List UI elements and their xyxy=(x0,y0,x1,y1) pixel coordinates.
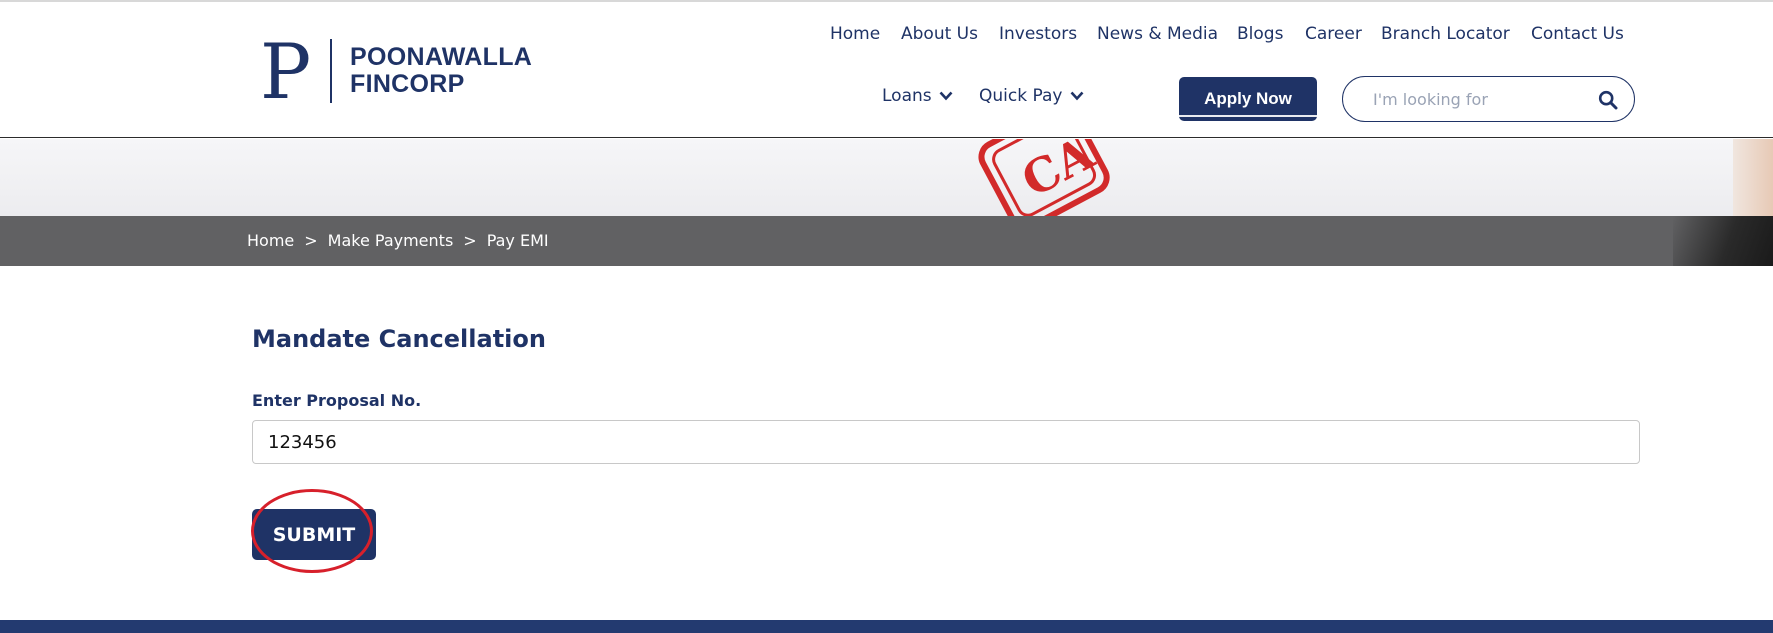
proposal-field-label: Enter Proposal No. xyxy=(252,391,422,410)
nav-link-home[interactable]: Home xyxy=(830,24,880,48)
quick-pay-label: Quick Pay xyxy=(979,86,1063,106)
breadcrumb-make-payments[interactable]: Make Payments xyxy=(328,231,454,250)
quick-pay-dropdown[interactable]: Quick Pay xyxy=(979,86,1084,106)
banner-corner-shade xyxy=(1673,216,1773,266)
breadcrumb-separator: > xyxy=(463,231,477,250)
submit-label: SUBMIT xyxy=(272,523,356,546)
brand-name: POONAWALLA FINCORP xyxy=(350,44,532,98)
brand-line-1: POONAWALLA xyxy=(350,43,533,71)
chevron-down-icon xyxy=(1070,91,1084,101)
cancelled-stamp-image: CA xyxy=(978,139,1110,216)
search-box xyxy=(1342,76,1635,122)
banner-edge xyxy=(1733,139,1773,216)
nav-link-branch-locator[interactable]: Branch Locator xyxy=(1381,24,1510,48)
svg-text:P: P xyxy=(260,36,311,106)
loans-label: Loans xyxy=(882,86,932,106)
loans-dropdown[interactable]: Loans xyxy=(882,86,953,106)
page-title: Mandate Cancellation xyxy=(252,325,546,353)
breadcrumb-home[interactable]: Home xyxy=(247,231,294,250)
apply-now-label: Apply Now xyxy=(1204,89,1292,108)
search-input[interactable] xyxy=(1373,87,1583,111)
submit-button[interactable]: SUBMIT xyxy=(252,509,376,560)
brand-logo[interactable]: P POONAWALLA FINCORP xyxy=(258,36,538,108)
nav-link-contact-us[interactable]: Contact Us xyxy=(1531,24,1624,48)
page-banner: CA xyxy=(0,139,1773,216)
footer-bar xyxy=(0,620,1773,633)
nav-link-about-us[interactable]: About Us xyxy=(901,24,978,48)
nav-link-career[interactable]: Career xyxy=(1305,24,1362,48)
apply-now-button[interactable]: Apply Now xyxy=(1179,77,1317,121)
logo-p-icon: P xyxy=(260,36,311,106)
nav-link-investors[interactable]: Investors xyxy=(999,24,1077,48)
brand-line-2: FINCORP xyxy=(350,70,465,98)
breadcrumb-bar: Home > Make Payments > Pay EMI xyxy=(0,216,1773,266)
breadcrumb-separator: > xyxy=(304,231,318,250)
nav-link-blogs[interactable]: Blogs xyxy=(1237,24,1283,48)
nav-link-news-media[interactable]: News & Media xyxy=(1097,24,1218,48)
breadcrumb: Home > Make Payments > Pay EMI xyxy=(247,231,549,250)
search-icon[interactable] xyxy=(1598,90,1618,110)
logo-divider xyxy=(330,39,332,103)
site-header: P POONAWALLA FINCORP Home About Us Inves… xyxy=(0,2,1773,138)
proposal-number-input[interactable] xyxy=(252,420,1640,464)
chevron-down-icon xyxy=(939,91,953,101)
breadcrumb-pay-emi: Pay EMI xyxy=(486,231,549,250)
